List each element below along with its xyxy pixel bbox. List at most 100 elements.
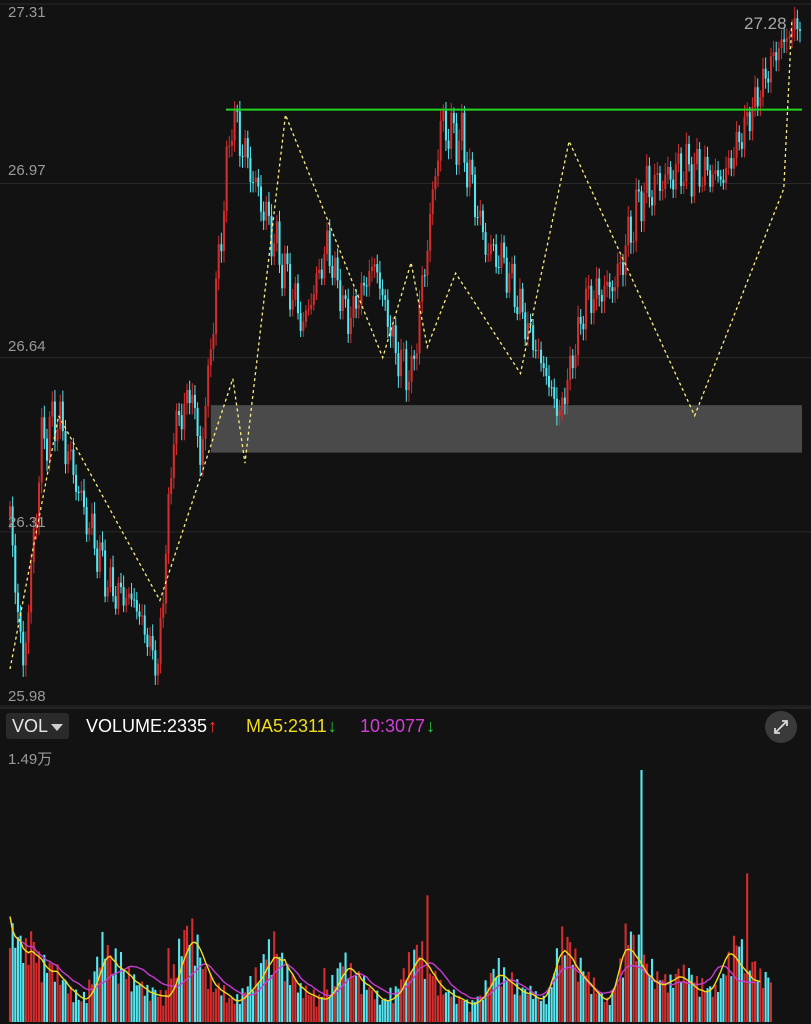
volume-bar [542, 995, 545, 1022]
candle-body [616, 263, 619, 288]
volume-bar [629, 931, 632, 1022]
candle-body [798, 29, 802, 31]
volume-bar [273, 931, 276, 1022]
volume-bar [344, 952, 347, 1022]
price-label-26-31: 26.31 [8, 514, 46, 531]
candle-body [793, 18, 796, 30]
candle-body [685, 143, 688, 182]
candle-body [16, 592, 19, 612]
volume-bar [563, 955, 566, 1022]
candle-body [154, 650, 157, 676]
candle-body [310, 304, 313, 310]
candle-body [611, 287, 614, 292]
volume-bar [447, 989, 450, 1022]
volume-bar [228, 997, 231, 1022]
candle-body [162, 603, 165, 618]
volume-bar [328, 996, 331, 1022]
candle-body [212, 333, 215, 350]
volume-bar [550, 987, 553, 1022]
candle-body [225, 146, 228, 212]
candle-body [378, 272, 381, 289]
volume-bar [711, 996, 714, 1022]
candle-body [545, 368, 548, 376]
candle-body [143, 615, 146, 635]
volume-bar [407, 952, 411, 1022]
candle-body [492, 244, 495, 246]
volume-bar [624, 923, 627, 1022]
candle-body [265, 201, 268, 221]
candle-body [125, 597, 128, 606]
fullscreen-expand-button[interactable] [765, 711, 797, 743]
candle-body [407, 381, 410, 391]
volume-bar [635, 960, 638, 1022]
candle-body [275, 221, 278, 244]
candle-body [429, 213, 432, 251]
candle-body [785, 38, 788, 42]
candle-body [767, 78, 770, 83]
ma5-readout-label: MA5:2311 [246, 716, 327, 736]
candle-body [138, 611, 141, 617]
volume-bar [339, 962, 342, 1022]
candle-body [703, 156, 706, 186]
volume-bar [706, 988, 709, 1022]
volume-bar [571, 964, 574, 1022]
volume-bar [460, 1000, 463, 1022]
candle-body [61, 401, 64, 432]
candle-body [178, 411, 181, 416]
candle-body [582, 323, 585, 330]
volume-bar [658, 980, 662, 1022]
candle-body [307, 309, 310, 311]
candle-body [693, 163, 696, 197]
ma10-readout-label: 10:3077 [360, 716, 426, 736]
volume-bar [355, 975, 358, 1022]
indicator-selector[interactable]: VOL [6, 713, 70, 739]
volume-bar [360, 994, 363, 1022]
price-label-25-98: 25.98 [8, 688, 46, 705]
candle-body [405, 349, 408, 391]
candle-body [82, 490, 86, 507]
candle-body [537, 349, 540, 351]
candle-body [777, 48, 780, 61]
volume-bar [135, 985, 138, 1022]
volume-bar [286, 964, 289, 1022]
volume-bar [193, 965, 197, 1022]
candle-body [90, 513, 93, 529]
candle-body [104, 550, 107, 597]
candle-body [191, 394, 194, 404]
volume-bar [307, 994, 310, 1022]
candle-body [754, 87, 757, 108]
candle-body [746, 112, 749, 117]
candle-body [740, 142, 743, 149]
candle-body [513, 263, 516, 307]
volume-bar [426, 895, 429, 1022]
candle-body [402, 349, 405, 351]
candle-body [201, 438, 204, 465]
volume-bar [381, 999, 384, 1022]
volume-bar [238, 1003, 241, 1022]
kline-chart[interactable] [0, 0, 811, 1024]
candle-body [204, 405, 207, 439]
candle-body [764, 68, 767, 79]
candle-body [43, 417, 46, 439]
volume-bar [606, 997, 609, 1022]
candle-body [32, 528, 35, 563]
candle-body [476, 217, 479, 219]
candle-body [505, 257, 508, 293]
candle-body [431, 189, 434, 214]
candle-body [241, 155, 244, 158]
volume-bar [262, 954, 265, 1022]
volume-bar [603, 1002, 606, 1022]
candle-body [460, 112, 463, 141]
volume-bar [299, 983, 302, 1022]
volume-bar [513, 994, 516, 1022]
volume-bar [349, 963, 352, 1022]
candle-body [532, 325, 535, 351]
volume-readout: VOLUME:2335↑ [86, 716, 217, 737]
candle-body [410, 355, 413, 382]
candle-body [172, 444, 175, 479]
candle-body [164, 553, 167, 604]
candle-body [394, 325, 397, 354]
volume-bar [722, 973, 725, 1022]
candle-body [368, 271, 371, 287]
candle-body [370, 267, 374, 272]
